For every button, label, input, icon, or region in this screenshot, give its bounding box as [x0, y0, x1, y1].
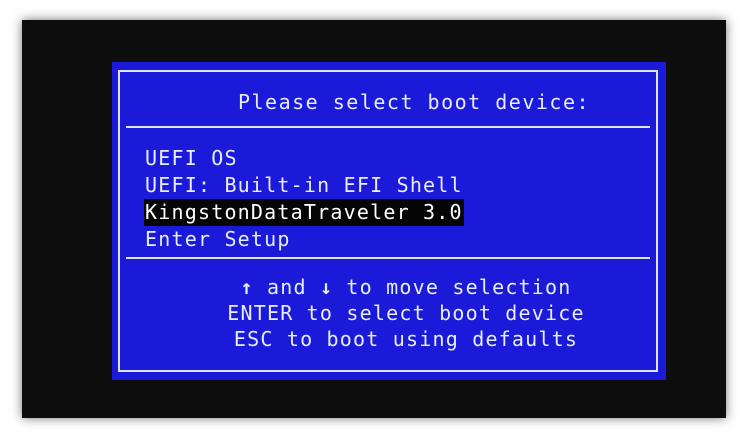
help-text: ↑ and ↓ to move selection ENTER to selec…: [112, 274, 666, 352]
boot-menu-dialog: Please select boot device: UEFI OS UEFI:…: [112, 62, 666, 380]
help-line-esc: ESC to boot using defaults: [233, 327, 579, 351]
help-and-text: and: [253, 275, 320, 299]
help-move-text: to move selection: [333, 275, 572, 299]
dialog-title: Please select boot device:: [237, 90, 591, 114]
boot-option-uefi-os[interactable]: UEFI OS: [144, 145, 239, 172]
boot-device-list: UEFI OS UEFI: Built-in EFI Shell Kingsto…: [144, 145, 464, 253]
boot-option-efi-shell[interactable]: UEFI: Built-in EFI Shell: [144, 172, 464, 199]
arrow-down-icon: ↓: [319, 275, 334, 299]
divider-top: [126, 126, 650, 128]
boot-option-kingston-usb[interactable]: KingstonDataTraveler 3.0: [144, 199, 464, 226]
divider-bottom: [126, 257, 650, 259]
photo-frame: Please select boot device: UEFI OS UEFI:…: [0, 0, 746, 438]
boot-option-enter-setup[interactable]: Enter Setup: [144, 226, 292, 253]
help-line-enter: ENTER to select boot device: [227, 301, 585, 325]
arrow-up-icon: ↑: [240, 275, 254, 299]
help-line-navigation: ↑ and ↓ to move selection: [146, 274, 666, 300]
